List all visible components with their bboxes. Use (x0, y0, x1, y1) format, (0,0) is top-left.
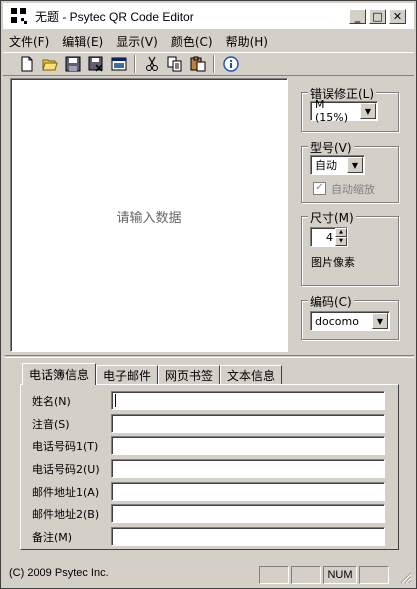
save-icon[interactable] (61, 53, 84, 75)
error-correction-value: M (15%) (315, 98, 349, 124)
toolbar (3, 52, 414, 76)
phone2-label: 电话号码2(U) (32, 463, 100, 476)
email1-label: 邮件地址1(A) (32, 486, 100, 499)
window-title: 无题 - Psytec QR Code Editor (35, 9, 194, 24)
chevron-down-icon[interactable]: ▼ (360, 103, 376, 119)
status-pane-1 (259, 566, 289, 584)
name-label: 姓名(N) (32, 395, 71, 408)
status-pane-4 (359, 566, 389, 584)
menu-help[interactable]: 帮助(H) (220, 33, 274, 50)
preview-placeholder: 请输入数据 (116, 211, 182, 226)
email1-field[interactable] (111, 482, 385, 501)
text-caret (115, 394, 116, 407)
tab-phonebook[interactable]: 电话簿信息 (22, 363, 97, 385)
chevron-down-icon[interactable]: ▼ (372, 313, 388, 329)
tab-email[interactable]: 电子邮件 (96, 365, 159, 385)
spin-down-icon[interactable]: ▼ (335, 237, 347, 246)
phone2-field[interactable] (111, 459, 385, 478)
resize-grip-icon[interactable] (400, 572, 412, 584)
new-icon[interactable] (15, 53, 38, 75)
chevron-down-icon[interactable]: ▼ (347, 157, 363, 173)
close-button[interactable]: ✕ (389, 9, 406, 24)
phone1-label: 电话号码1(T) (32, 440, 99, 453)
menu-color[interactable]: 颜色(C) (165, 33, 219, 50)
size-unit-label: 图片像素 (311, 256, 355, 269)
error-correction-select[interactable]: M (15%) ▼ (310, 98, 378, 124)
tab-bookmark[interactable]: 网页书签 (158, 365, 221, 385)
model-label: 型号(V) (308, 139, 354, 156)
memo-label: 备注(M) (32, 531, 73, 544)
copy-icon[interactable] (163, 53, 186, 75)
email2-field[interactable] (111, 504, 385, 523)
input-tabs: 电话簿信息 电子邮件 网页书签 文本信息 (22, 363, 283, 385)
title-bar[interactable]: 无题 - Psytec QR Code Editor _ □ ✕ (3, 3, 414, 29)
status-text: (C) 2009 Psytec Inc. (9, 567, 109, 579)
menu-view[interactable]: 显示(V) (110, 33, 164, 50)
encoding-value: docomo (315, 314, 359, 328)
error-correction-group: 错误修正(L) M (15%) ▼ (301, 85, 399, 132)
menu-file[interactable]: 文件(F) (3, 33, 55, 50)
reading-label: 注音(S) (32, 418, 70, 431)
encoding-select[interactable]: docomo ▼ (310, 311, 390, 331)
size-group: 尺寸(M) 4 ▲ ▼ 图片像素 (301, 209, 399, 286)
toolbar-separator (134, 55, 136, 73)
model-group: 型号(V) 自动 ▼ ✓ 自动缩放 (301, 139, 399, 203)
maximize-button[interactable]: □ (369, 9, 386, 24)
auto-shrink-label: 自动缩放 (331, 183, 375, 196)
name-field[interactable] (111, 391, 385, 410)
size-value: 4 (326, 230, 333, 244)
cut-icon[interactable] (140, 53, 163, 75)
paste-icon[interactable] (186, 53, 209, 75)
qr-preview-area: 请输入数据 (10, 78, 288, 352)
size-label: 尺寸(M) (308, 209, 356, 226)
qr-code-icon (11, 8, 27, 24)
status-bar: (C) 2009 Psytec Inc. NUM (3, 564, 414, 586)
model-select[interactable]: 自动 ▼ (310, 155, 365, 175)
open-icon[interactable] (38, 53, 61, 75)
window-icon[interactable] (107, 53, 130, 75)
info-icon[interactable] (219, 53, 242, 75)
toolbar-separator (213, 55, 215, 73)
tab-text[interactable]: 文本信息 (220, 365, 283, 385)
email2-label: 邮件地址2(B) (32, 508, 100, 521)
splitter[interactable] (5, 355, 414, 358)
save-as-icon[interactable] (84, 53, 107, 75)
encoding-group: 编码(C) docomo ▼ (301, 293, 399, 340)
memo-field[interactable] (111, 527, 385, 546)
phone1-field[interactable] (111, 436, 385, 455)
auto-shrink-checkbox[interactable]: ✓ (313, 182, 326, 195)
encoding-label: 编码(C) (308, 293, 354, 310)
spin-up-icon[interactable]: ▲ (335, 228, 347, 237)
size-stepper[interactable]: 4 ▲ ▼ (310, 227, 348, 247)
app-window: 无题 - Psytec QR Code Editor _ □ ✕ 文件(F) 编… (0, 0, 417, 589)
model-value: 自动 (315, 159, 337, 172)
menu-bar: 文件(F) 编辑(E) 显示(V) 颜色(C) 帮助(H) (3, 31, 275, 51)
minimize-button[interactable]: _ (349, 9, 366, 24)
reading-field[interactable] (111, 414, 385, 433)
status-pane-2 (291, 566, 321, 584)
menu-edit[interactable]: 编辑(E) (56, 33, 109, 50)
num-lock-indicator: NUM (323, 566, 357, 584)
